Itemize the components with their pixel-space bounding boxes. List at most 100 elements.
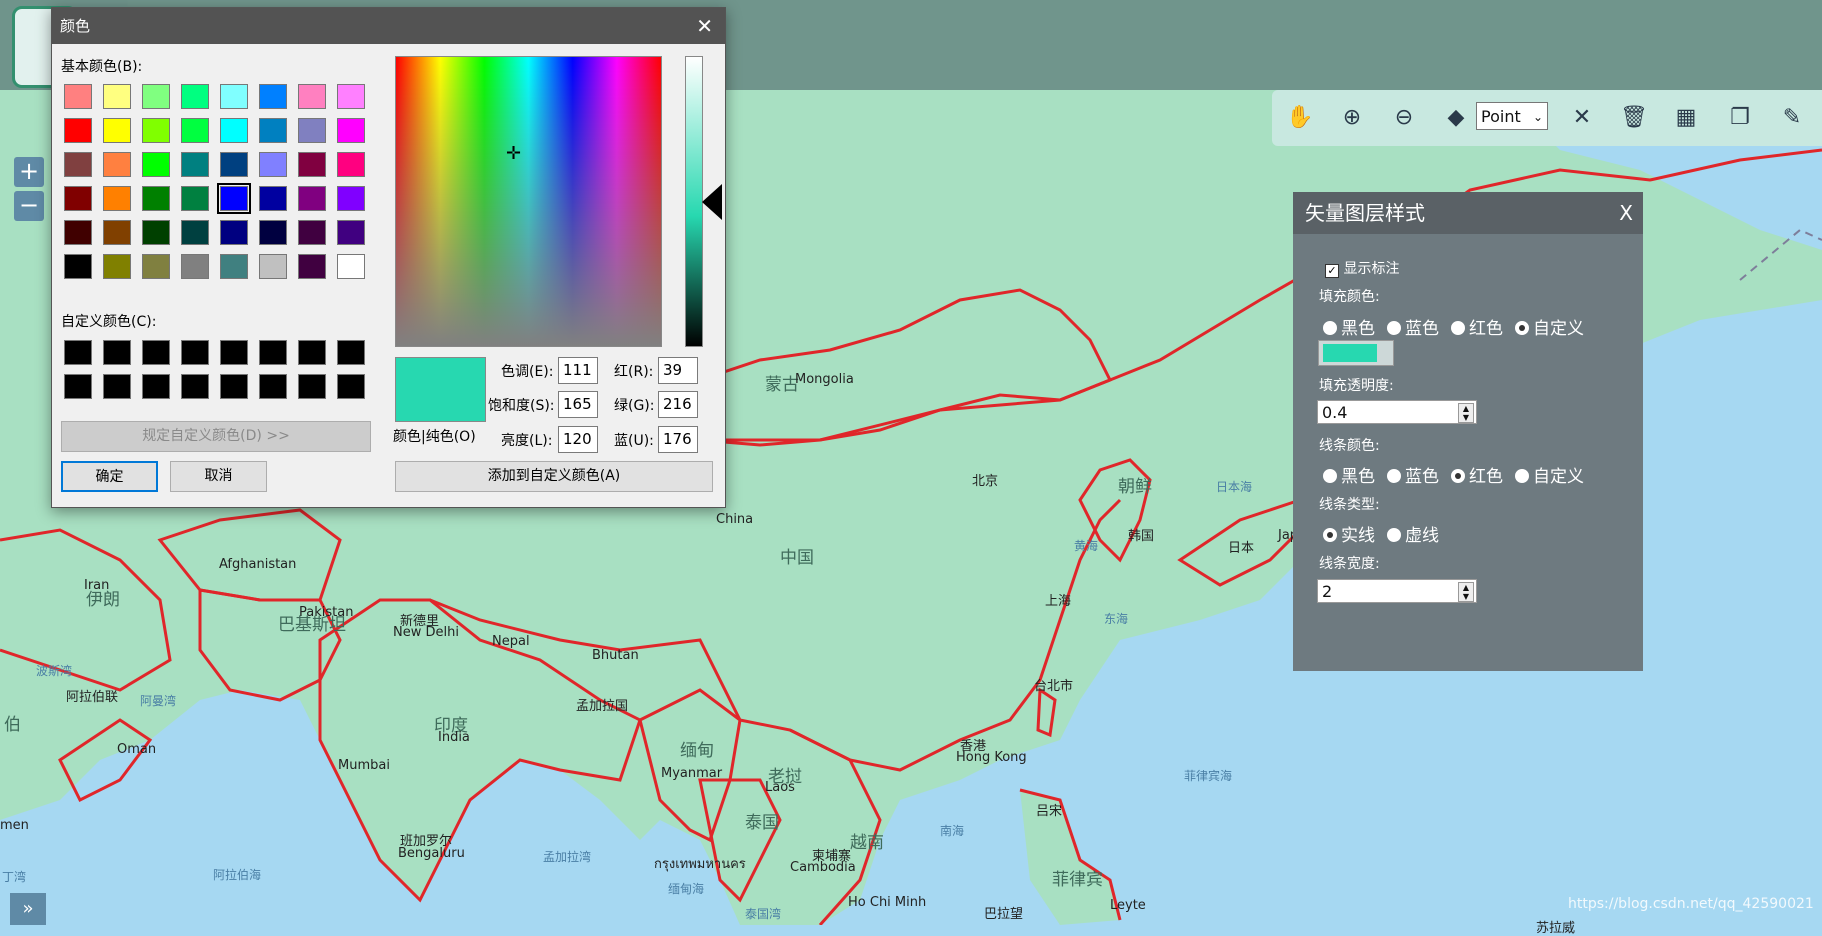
trash-icon[interactable]: 🗑: [1620, 104, 1648, 132]
basic-color-swatch[interactable]: [298, 220, 326, 245]
add-to-custom-colors-button[interactable]: 添加到自定义颜色(A): [395, 461, 713, 492]
luminance-input[interactable]: 120: [558, 426, 598, 453]
hand-icon[interactable]: ✋: [1286, 104, 1314, 132]
zoom-out-icon[interactable]: ⊖: [1390, 104, 1418, 132]
radio-option[interactable]: 红色: [1451, 319, 1503, 339]
dialog-close-button[interactable]: ✕: [696, 8, 713, 44]
basic-color-swatch[interactable]: [298, 118, 326, 143]
basic-color-swatch[interactable]: [259, 220, 287, 245]
show-label-checkbox[interactable]: ✓: [1325, 264, 1339, 278]
radio-option[interactable]: 红色: [1451, 467, 1503, 487]
basic-color-swatch[interactable]: [259, 152, 287, 177]
green-input[interactable]: 216: [658, 391, 698, 418]
expand-icon[interactable]: »: [10, 893, 46, 925]
color-spectrum[interactable]: ✛: [395, 56, 662, 347]
basic-color-swatch[interactable]: [337, 84, 365, 109]
basic-color-swatch[interactable]: [337, 254, 365, 279]
basic-color-swatch[interactable]: [259, 84, 287, 109]
radio-option[interactable]: 自定义: [1515, 467, 1584, 487]
custom-color-swatch[interactable]: [64, 340, 92, 365]
zoom-out-button[interactable]: −: [14, 191, 44, 221]
basic-color-swatch[interactable]: [64, 84, 92, 109]
map-icon[interactable]: ▦: [1672, 104, 1700, 132]
custom-color-swatch[interactable]: [181, 340, 209, 365]
basic-color-swatch[interactable]: [181, 220, 209, 245]
radio-option[interactable]: 实线: [1323, 526, 1375, 546]
basic-color-swatch[interactable]: [142, 84, 170, 109]
basic-color-swatch[interactable]: [181, 254, 209, 279]
define-custom-colors-button[interactable]: 规定自定义颜色(D) >>: [61, 421, 371, 452]
basic-color-swatch[interactable]: [142, 118, 170, 143]
radio-icon[interactable]: [1451, 321, 1465, 335]
saturation-input[interactable]: 165: [558, 391, 598, 418]
basic-color-swatch[interactable]: [142, 220, 170, 245]
radio-option[interactable]: 蓝色: [1387, 467, 1439, 487]
basic-color-swatch[interactable]: [103, 152, 131, 177]
custom-color-swatch[interactable]: [142, 340, 170, 365]
zoom-in-button[interactable]: +: [14, 157, 44, 187]
basic-color-swatch[interactable]: [181, 152, 209, 177]
close-x-icon[interactable]: ✕: [1568, 104, 1596, 132]
radio-icon[interactable]: [1323, 321, 1337, 335]
radio-icon[interactable]: [1387, 321, 1401, 335]
custom-color-swatch[interactable]: [259, 374, 287, 399]
radio-icon[interactable]: [1323, 528, 1337, 542]
basic-color-swatch[interactable]: [259, 186, 287, 211]
basic-color-swatch[interactable]: [103, 220, 131, 245]
basic-color-swatch[interactable]: [220, 152, 248, 177]
red-input[interactable]: 39: [658, 357, 698, 384]
basic-color-swatch[interactable]: [103, 186, 131, 211]
radio-icon[interactable]: [1387, 469, 1401, 483]
spinner-icon[interactable]: ▲ ▼: [1458, 403, 1474, 423]
basic-color-swatch[interactable]: [220, 118, 248, 143]
radio-icon[interactable]: [1515, 469, 1529, 483]
panel-close-button[interactable]: X: [1619, 192, 1633, 234]
fill-custom-swatch[interactable]: [1318, 340, 1394, 366]
basic-color-swatch[interactable]: [337, 186, 365, 211]
basic-color-swatch[interactable]: [220, 220, 248, 245]
radio-option[interactable]: 黑色: [1323, 467, 1375, 487]
basic-color-swatch[interactable]: [298, 254, 326, 279]
basic-color-swatch[interactable]: [220, 84, 248, 109]
custom-color-swatch[interactable]: [259, 340, 287, 365]
eraser-icon[interactable]: ◆: [1442, 104, 1470, 132]
basic-color-swatch[interactable]: [64, 186, 92, 211]
custom-color-swatch[interactable]: [64, 374, 92, 399]
basic-color-swatch[interactable]: [142, 254, 170, 279]
basic-color-swatch[interactable]: [181, 186, 209, 211]
custom-color-swatch[interactable]: [337, 374, 365, 399]
basic-color-swatch[interactable]: [337, 220, 365, 245]
custom-color-swatch[interactable]: [181, 374, 209, 399]
basic-color-swatch[interactable]: [142, 186, 170, 211]
custom-color-swatch[interactable]: [220, 374, 248, 399]
radio-option[interactable]: 自定义: [1515, 319, 1584, 339]
copy-icon[interactable]: ❐: [1726, 104, 1754, 132]
basic-color-swatch[interactable]: [298, 152, 326, 177]
radio-icon[interactable]: [1323, 469, 1337, 483]
basic-color-swatch[interactable]: [220, 254, 248, 279]
radio-option[interactable]: 虚线: [1387, 526, 1439, 546]
basic-color-swatch[interactable]: [103, 254, 131, 279]
radio-icon[interactable]: [1387, 528, 1401, 542]
ok-button[interactable]: 确定: [61, 461, 158, 492]
custom-color-swatch[interactable]: [337, 340, 365, 365]
basic-color-swatch[interactable]: [217, 183, 251, 214]
line-width-input[interactable]: 2 ▲ ▼: [1317, 579, 1477, 603]
basic-color-swatch[interactable]: [64, 220, 92, 245]
basic-color-swatch[interactable]: [103, 84, 131, 109]
spinner-icon[interactable]: ▲ ▼: [1458, 582, 1474, 602]
custom-color-swatch[interactable]: [298, 340, 326, 365]
basic-color-swatch[interactable]: [298, 186, 326, 211]
radio-icon[interactable]: [1515, 321, 1529, 335]
basic-color-swatch[interactable]: [259, 118, 287, 143]
basic-color-swatch[interactable]: [142, 152, 170, 177]
custom-color-swatch[interactable]: [298, 374, 326, 399]
basic-color-swatch[interactable]: [337, 152, 365, 177]
custom-color-swatch[interactable]: [220, 340, 248, 365]
fill-opacity-input[interactable]: 0.4 ▲ ▼: [1317, 400, 1477, 424]
custom-color-swatch[interactable]: [142, 374, 170, 399]
radio-option[interactable]: 蓝色: [1387, 319, 1439, 339]
edit-icon[interactable]: ✎: [1778, 104, 1806, 132]
basic-color-swatch[interactable]: [298, 84, 326, 109]
radio-icon[interactable]: [1451, 469, 1465, 483]
